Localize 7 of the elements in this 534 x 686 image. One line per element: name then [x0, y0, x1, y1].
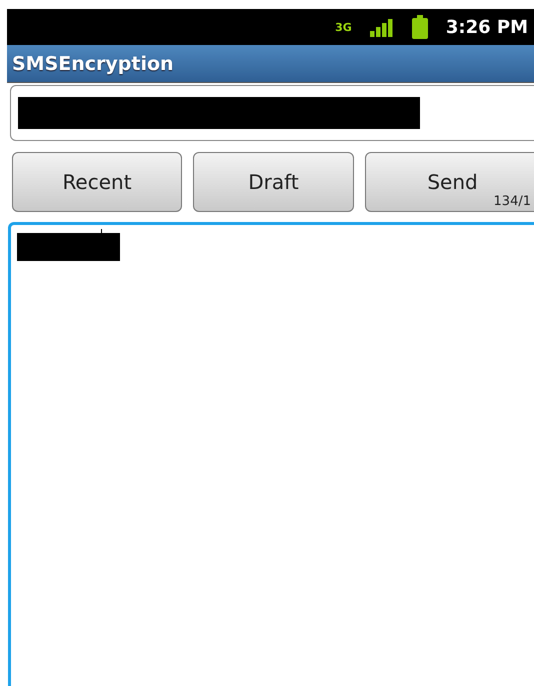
app-title: SMSEncryption — [12, 52, 174, 74]
character-counter: 134/1 — [494, 194, 531, 209]
recent-button[interactable]: Recent — [12, 152, 182, 212]
clock: 3:26 PM — [446, 16, 528, 38]
send-button[interactable]: Send 134/1 — [365, 152, 534, 212]
network-type-icon: 3G — [335, 22, 352, 32]
draft-button[interactable]: Draft — [193, 152, 354, 212]
